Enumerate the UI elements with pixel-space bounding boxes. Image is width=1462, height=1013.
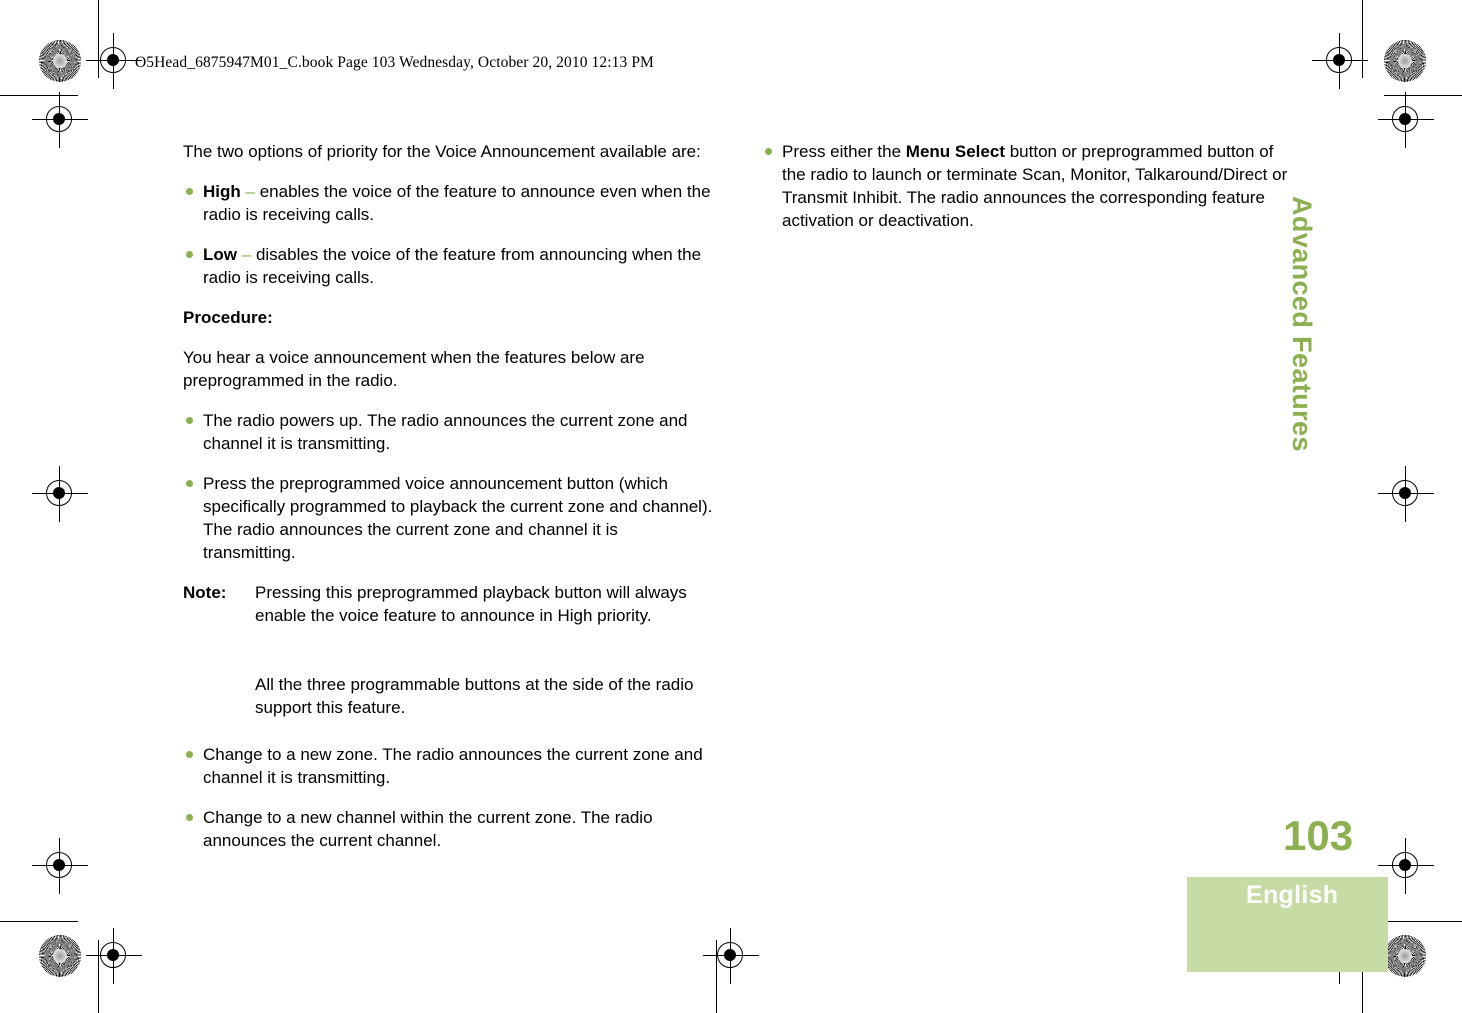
list-item: Low – disables the voice of the feature …	[183, 243, 713, 289]
registration-crosshair-icon	[703, 928, 759, 984]
starburst-resolution-target-icon	[1384, 935, 1426, 977]
list-item: Change to a new channel within the curre…	[183, 806, 713, 852]
right-text-column: Press either the Menu Select button or p…	[762, 140, 1292, 232]
note-paragraph-1: Pressing this preprogrammed playback but…	[255, 583, 687, 625]
trim-rule-horizontal-bottomright	[1384, 921, 1462, 923]
trim-rule-vertical-bottomcenter	[716, 940, 718, 1013]
priority-term-high: High	[203, 182, 241, 201]
starburst-resolution-target-icon	[39, 935, 81, 977]
trim-rule-horizontal-topleft	[0, 95, 78, 97]
registration-crosshair-icon	[32, 466, 88, 522]
registration-crosshair-icon	[86, 928, 142, 984]
procedure-bullets-first: The radio powers up. The radio announces…	[183, 409, 713, 564]
menu-select-term: Menu Select	[905, 142, 1005, 161]
trim-rule-horizontal-bottomleft	[0, 921, 78, 923]
trim-rule-vertical-bottomleft	[98, 940, 100, 1013]
document-page: O5Head_6875947M01_C.book Page 103 Wednes…	[0, 0, 1462, 1013]
registration-crosshair-icon	[1378, 92, 1434, 148]
priority-description: disables the voice of the feature from a…	[203, 245, 702, 287]
language-label: English	[1246, 881, 1339, 909]
list-item: High – enables the voice of the feature …	[183, 180, 713, 226]
registration-crosshair-icon	[86, 33, 142, 89]
priority-dash: –	[245, 182, 255, 201]
starburst-resolution-target-icon	[39, 40, 81, 82]
right-column-bullets: Press either the Menu Select button or p…	[762, 140, 1292, 232]
chapter-side-tab-label: Advanced Features	[1287, 196, 1317, 452]
registration-crosshair-icon	[32, 92, 88, 148]
page-header-slug: O5Head_6875947M01_C.book Page 103 Wednes…	[135, 54, 654, 71]
priority-dash: –	[241, 245, 252, 264]
note-label: Note:	[183, 583, 227, 602]
registration-crosshair-icon	[1312, 33, 1368, 89]
procedure-intro-paragraph: You hear a voice announcement when the f…	[183, 348, 645, 390]
trim-rule-vertical-left	[98, 0, 100, 78]
list-item: Press either the Menu Select button or p…	[762, 140, 1292, 232]
registration-crosshair-icon	[1378, 466, 1434, 522]
priority-term-low: Low	[203, 245, 237, 264]
list-item: Press the preprogrammed voice announceme…	[183, 472, 713, 564]
bullet-text-before: Press either the	[782, 142, 906, 161]
starburst-resolution-target-icon	[1384, 40, 1426, 82]
procedure-heading: Procedure:	[183, 308, 273, 327]
note-body: Pressing this preprogrammed playback but…	[255, 581, 713, 719]
priority-description: enables the voice of the feature to anno…	[203, 182, 711, 224]
trim-rule-vertical-right	[1362, 0, 1364, 78]
procedure-bullets-second: Change to a new zone. The radio announce…	[183, 743, 713, 852]
list-item: Change to a new zone. The radio announce…	[183, 743, 713, 789]
trim-rule-horizontal-topright	[1384, 95, 1462, 97]
note-block: Note: Pressing this preprogrammed playba…	[183, 581, 713, 719]
note-spacer	[255, 627, 713, 673]
intro-paragraph: The two options of priority for the Voic…	[183, 142, 701, 161]
priority-options-list: High – enables the voice of the feature …	[183, 180, 713, 289]
page-number: 103	[1283, 812, 1354, 859]
left-text-column: The two options of priority for the Voic…	[183, 140, 713, 852]
registration-crosshair-icon	[32, 838, 88, 894]
note-paragraph-2: All the three programmable buttons at th…	[255, 675, 694, 717]
list-item: The radio powers up. The radio announces…	[183, 409, 713, 455]
